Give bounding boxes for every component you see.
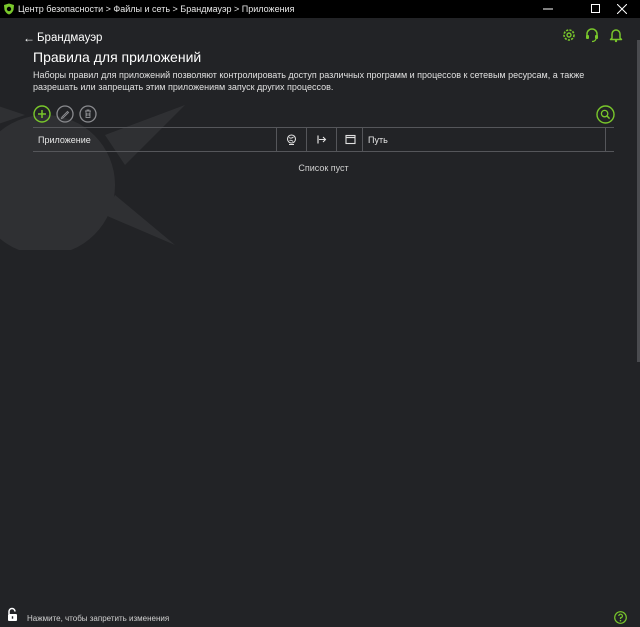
lock-hint[interactable]: Нажмите, чтобы запретить изменения: [27, 614, 169, 623]
rules-table-header: Приложение Путь: [33, 127, 614, 152]
column-launch[interactable]: [306, 128, 336, 151]
column-application-label: Приложение: [38, 134, 91, 145]
page-title: Правила для приложений: [33, 49, 202, 65]
add-icon[interactable]: [33, 105, 51, 123]
minimize-icon: [543, 8, 553, 10]
help-icon[interactable]: [614, 611, 627, 624]
back-link[interactable]: ← Брандмауэр: [23, 31, 102, 45]
back-arrow-icon: ←: [23, 31, 35, 45]
minimize-button[interactable]: [530, 0, 566, 18]
close-icon: [617, 4, 627, 14]
window-title: Центр безопасности > Файлы и сеть > Бран…: [18, 4, 295, 14]
globe-icon: [286, 134, 297, 145]
delete-icon[interactable]: [79, 105, 97, 123]
search-icon[interactable]: [596, 105, 615, 124]
bell-icon[interactable]: [608, 27, 624, 43]
edit-icon[interactable]: [56, 105, 74, 123]
empty-list-message: Список пуст: [298, 163, 349, 173]
support-headset-icon[interactable]: [584, 27, 600, 43]
column-filler: [605, 128, 614, 151]
page-description: Наборы правил для приложений позволяют к…: [33, 70, 585, 92]
column-network[interactable]: [276, 128, 306, 151]
back-label: Брандмауэр: [37, 32, 103, 44]
app-shield-icon: [4, 3, 14, 15]
close-button[interactable]: [604, 0, 640, 18]
window-icon: [344, 134, 356, 145]
column-application[interactable]: Приложение: [33, 128, 276, 151]
maximize-icon: [591, 4, 600, 13]
gear-icon[interactable]: [561, 27, 577, 43]
column-path[interactable]: Путь: [362, 128, 606, 151]
lock-icon[interactable]: [6, 607, 21, 622]
column-path-label: Путь: [368, 134, 388, 145]
column-window[interactable]: [336, 128, 363, 151]
launch-arrow-icon: [317, 135, 327, 144]
